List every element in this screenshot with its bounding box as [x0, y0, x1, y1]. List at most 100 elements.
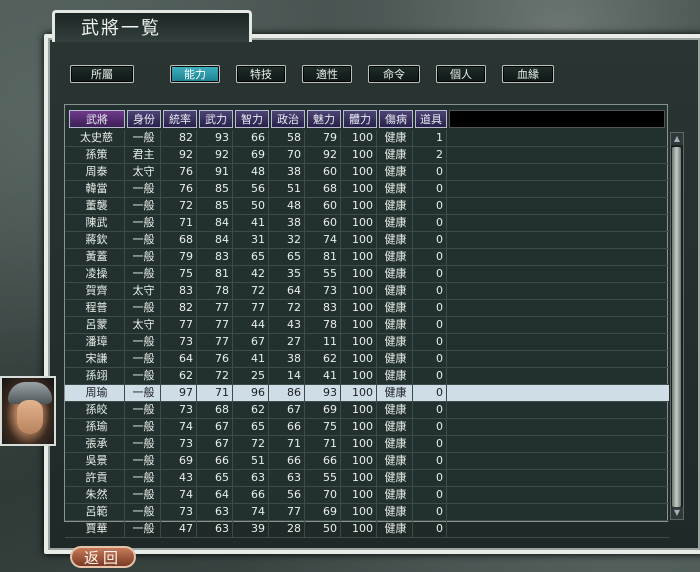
table-row[interactable]: 朱然 一般 74 64 66 56 70 100 健康 0 [65, 487, 669, 504]
table-row[interactable]: 程普 一般 82 77 77 72 83 100 健康 0 [65, 300, 669, 317]
cell-魅力: 83 [307, 300, 341, 316]
cell-身份: 一般 [127, 198, 161, 214]
cell-體力: 100 [343, 368, 377, 384]
tab-0[interactable]: 所屬 [70, 65, 134, 83]
table-row[interactable]: 韓當 一般 76 85 56 51 68 100 健康 0 [65, 181, 669, 198]
cell-身份: 一般 [127, 232, 161, 248]
cell-體力: 100 [343, 521, 377, 537]
tab-5[interactable]: 個人 [436, 65, 486, 83]
cell-統率: 72 [163, 198, 197, 214]
cell-智力: 31 [235, 232, 269, 248]
table-row[interactable]: 孫策 君主 92 92 69 70 92 100 健康 2 [65, 147, 669, 164]
cell-道具: 0 [415, 351, 447, 367]
cell-魅力: 62 [307, 351, 341, 367]
row-filler [449, 368, 669, 384]
row-filler [449, 317, 669, 333]
table-row[interactable]: 呂範 一般 73 63 74 77 69 100 健康 0 [65, 504, 669, 521]
table-row[interactable]: 孫瑜 一般 74 67 65 66 75 100 健康 0 [65, 419, 669, 436]
column-header-0[interactable]: 武將 [69, 110, 125, 128]
scrollbar-thumb[interactable] [672, 147, 681, 507]
tab-2[interactable]: 特技 [236, 65, 286, 83]
cell-政治: 35 [271, 266, 305, 282]
table-row[interactable]: 呂蒙 太守 77 77 44 43 78 100 健康 0 [65, 317, 669, 334]
column-header-9[interactable]: 道具 [415, 110, 447, 128]
cell-武將: 韓當 [69, 181, 125, 197]
column-header-3[interactable]: 武力 [199, 110, 233, 128]
table-row[interactable]: 吳景 一般 69 66 51 66 66 100 健康 0 [65, 453, 669, 470]
tab-3[interactable]: 適性 [302, 65, 352, 83]
row-filler [449, 300, 669, 316]
cell-傷病: 健康 [379, 368, 413, 384]
cell-傷病: 健康 [379, 470, 413, 486]
vertical-scrollbar[interactable]: ▲ ▼ [670, 132, 684, 520]
cell-體力: 100 [343, 181, 377, 197]
column-header-2[interactable]: 統率 [163, 110, 197, 128]
table-row[interactable]: 周泰 太守 76 91 48 38 60 100 健康 0 [65, 164, 669, 181]
cell-智力: 44 [235, 317, 269, 333]
cell-身份: 一般 [127, 436, 161, 452]
cell-智力: 69 [235, 147, 269, 163]
scroll-down-arrow-icon[interactable]: ▼ [671, 507, 683, 519]
table-row[interactable]: 凌操 一般 75 81 42 35 55 100 健康 0 [65, 266, 669, 283]
cell-政治: 43 [271, 317, 305, 333]
cell-道具: 0 [415, 215, 447, 231]
table-row[interactable]: 孫皎 一般 73 68 62 67 69 100 健康 0 [65, 402, 669, 419]
cell-體力: 100 [343, 436, 377, 452]
cell-武將: 張承 [69, 436, 125, 452]
table-row[interactable]: 周瑜 一般 97 71 96 86 93 100 健康 0 [65, 385, 669, 402]
table-row[interactable]: 許貢 一般 43 65 63 63 55 100 健康 0 [65, 470, 669, 487]
cell-統率: 43 [163, 470, 197, 486]
scroll-up-arrow-icon[interactable]: ▲ [671, 133, 683, 145]
tab-6[interactable]: 血緣 [502, 65, 554, 83]
cell-道具: 0 [415, 181, 447, 197]
row-filler [449, 147, 669, 163]
row-filler [449, 419, 669, 435]
tab-4[interactable]: 命令 [368, 65, 420, 83]
table-row[interactable]: 太史慈 一般 82 93 66 58 79 100 健康 1 [65, 130, 669, 147]
column-header-6[interactable]: 魅力 [307, 110, 341, 128]
column-header-5[interactable]: 政治 [271, 110, 305, 128]
cell-統率: 75 [163, 266, 197, 282]
row-filler [449, 198, 669, 214]
cell-智力: 72 [235, 436, 269, 452]
table-row[interactable]: 賈華 一般 47 63 39 28 50 100 健康 0 [65, 521, 669, 538]
column-header-4[interactable]: 智力 [235, 110, 269, 128]
cell-統率: 62 [163, 368, 197, 384]
tab-1[interactable]: 能力 [170, 65, 220, 83]
table-row[interactable]: 蔣欽 一般 68 84 31 32 74 100 健康 0 [65, 232, 669, 249]
cell-武將: 呂範 [69, 504, 125, 520]
column-header-8[interactable]: 傷病 [379, 110, 413, 128]
row-filler [449, 249, 669, 265]
table-row[interactable]: 賀齊 太守 83 78 72 64 73 100 健康 0 [65, 283, 669, 300]
cell-政治: 56 [271, 487, 305, 503]
cell-身份: 一般 [127, 351, 161, 367]
cell-武力: 65 [199, 470, 233, 486]
table-row[interactable]: 黃蓋 一般 79 83 65 65 81 100 健康 0 [65, 249, 669, 266]
back-button[interactable]: 返回 [70, 546, 136, 568]
table-row[interactable]: 董襲 一般 72 85 50 48 60 100 健康 0 [65, 198, 669, 215]
table-row[interactable]: 陳武 一般 71 84 41 38 60 100 健康 0 [65, 215, 669, 232]
cell-武力: 85 [199, 181, 233, 197]
cell-武將: 孫策 [69, 147, 125, 163]
cell-魅力: 66 [307, 453, 341, 469]
cell-道具: 0 [415, 300, 447, 316]
cell-智力: 42 [235, 266, 269, 282]
column-header-1[interactable]: 身份 [127, 110, 161, 128]
row-filler [449, 283, 669, 299]
cell-身份: 一般 [127, 334, 161, 350]
table-row[interactable]: 潘璋 一般 73 77 67 27 11 100 健康 0 [65, 334, 669, 351]
cell-武將: 潘璋 [69, 334, 125, 350]
table-row[interactable]: 張承 一般 73 67 72 71 71 100 健康 0 [65, 436, 669, 453]
cell-體力: 100 [343, 215, 377, 231]
cell-武將: 程普 [69, 300, 125, 316]
cell-魅力: 69 [307, 504, 341, 520]
cell-體力: 100 [343, 130, 377, 146]
cell-武力: 67 [199, 436, 233, 452]
column-header-7[interactable]: 體力 [343, 110, 377, 128]
generals-table: 武將 身份 統率 武力 智力 政治 魅力 體力 傷病 道具 太史慈 一般 82 93 66 58 79 100 健… [64, 104, 669, 538]
table-row[interactable]: 孫翊 一般 62 72 25 14 41 100 健康 0 [65, 368, 669, 385]
table-row[interactable]: 宋謙 一般 64 76 41 38 62 100 健康 0 [65, 351, 669, 368]
cell-傷病: 健康 [379, 130, 413, 146]
cell-體力: 100 [343, 453, 377, 469]
cell-武將: 孫瑜 [69, 419, 125, 435]
